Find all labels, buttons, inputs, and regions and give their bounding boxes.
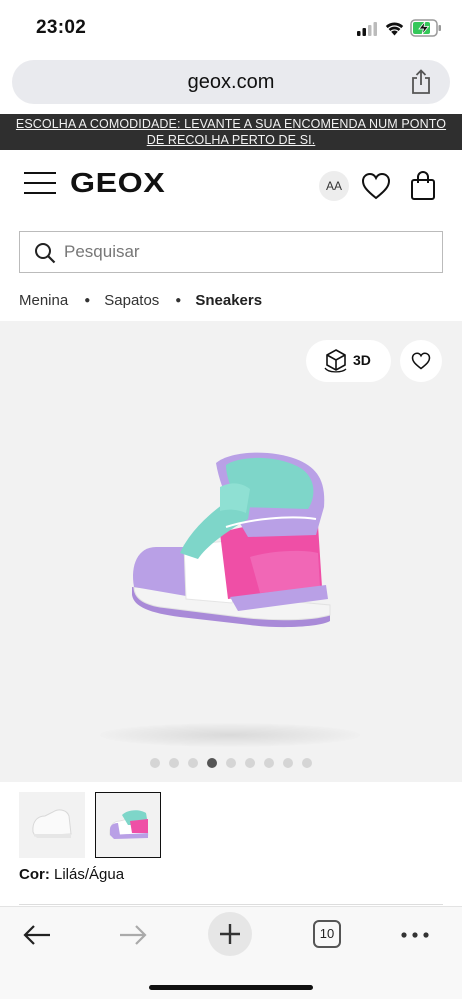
gallery-dot[interactable] [207, 758, 217, 768]
hamburger-menu-icon[interactable] [24, 172, 56, 194]
forward-arrow-icon[interactable] [118, 924, 148, 946]
geox-logo[interactable]: GEOX [70, 167, 165, 199]
address-bar[interactable]: geox.com [12, 60, 450, 104]
new-tab-button[interactable] [208, 912, 252, 956]
color-value: Lilás/Água [54, 866, 125, 883]
breadcrumb-separator: ● [84, 295, 91, 306]
cube-3d-icon [324, 349, 347, 373]
gallery-dot[interactable] [245, 758, 255, 768]
wifi-icon [385, 22, 404, 36]
gallery-dot[interactable] [150, 758, 160, 768]
breadcrumb-separator: ● [175, 295, 182, 306]
color-label: Cor: [19, 866, 50, 883]
battery-charging-icon [410, 19, 441, 37]
view-3d-button[interactable]: 3D [306, 340, 391, 382]
status-bar: 23:02 [0, 0, 462, 58]
shopping-bag-icon[interactable] [410, 171, 436, 201]
promo-banner-text[interactable]: ESCOLHA A COMODIDADE: LEVANTE A SUA ENCO… [8, 116, 454, 148]
search-placeholder: Pesquisar [64, 242, 140, 261]
url-text: geox.com [187, 71, 275, 93]
gallery-dot[interactable] [169, 758, 179, 768]
selected-color: Cor: Lilás/Água [19, 866, 124, 883]
share-icon[interactable] [410, 69, 432, 95]
back-arrow-icon[interactable] [22, 924, 52, 946]
gallery-pagination[interactable] [150, 758, 321, 768]
browser-toolbar: 10 [0, 906, 462, 999]
search-input[interactable]: Pesquisar [19, 231, 443, 273]
more-options-icon[interactable] [400, 931, 430, 939]
product-image-gallery[interactable]: 3D [0, 321, 462, 782]
color-thumbnail-lilac-aqua[interactable] [95, 792, 161, 858]
color-thumbnail-white[interactable] [19, 792, 85, 858]
promo-banner[interactable]: ESCOLHA A COMODIDADE: LEVANTE A SUA ENCO… [0, 114, 462, 150]
gallery-dot[interactable] [302, 758, 312, 768]
breadcrumb-item-menina[interactable]: Menina [19, 292, 68, 309]
product-image-sneaker [132, 452, 331, 628]
heart-icon [411, 352, 431, 370]
plus-icon [220, 924, 240, 944]
cellular-signal-icon [357, 22, 377, 36]
gallery-dot[interactable] [226, 758, 236, 768]
tab-switcher-button[interactable]: 10 [313, 920, 341, 948]
thumbnail-sneaker-lilac-aqua [109, 810, 149, 839]
home-indicator [149, 985, 313, 990]
breadcrumb-item-sapatos[interactable]: Sapatos [104, 292, 159, 309]
view-3d-label: 3D [353, 352, 371, 368]
font-size-button[interactable]: AA [319, 171, 349, 201]
product-shadow [100, 723, 360, 747]
thumbnail-sneaker-white [32, 809, 72, 838]
search-icon [35, 243, 56, 264]
breadcrumb: Menina ● Sapatos ● Sneakers [19, 292, 262, 309]
gallery-dot[interactable] [283, 758, 293, 768]
divider [19, 904, 443, 905]
gallery-dot[interactable] [264, 758, 274, 768]
gallery-dot[interactable] [188, 758, 198, 768]
add-to-wishlist-button[interactable] [400, 340, 442, 382]
status-time: 23:02 [36, 17, 87, 38]
breadcrumb-item-sneakers: Sneakers [195, 292, 263, 309]
wishlist-heart-icon[interactable] [361, 172, 391, 200]
